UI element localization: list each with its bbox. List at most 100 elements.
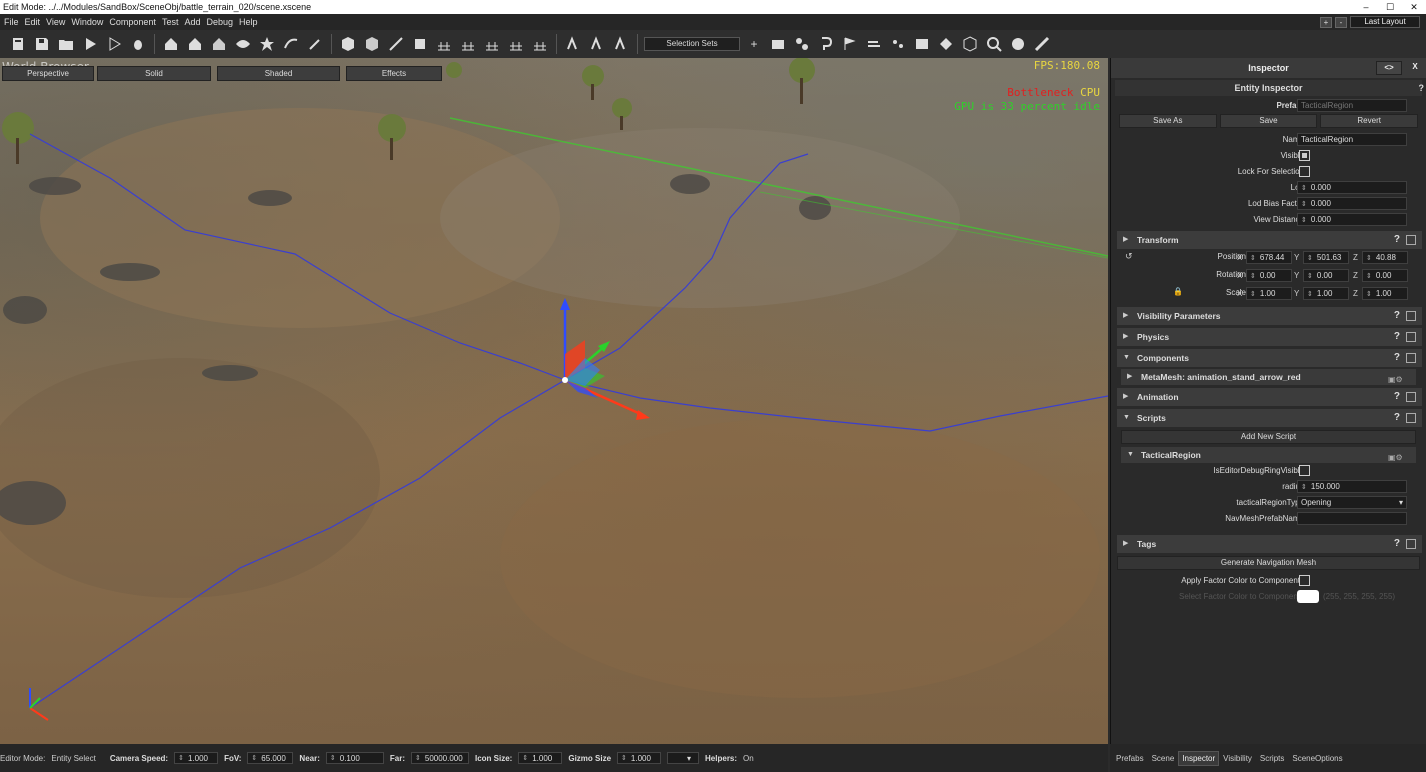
spinner-icon[interactable]: ⇕ [1301,484,1307,491]
menu-help[interactable]: Help [237,17,262,27]
tactical-region-script[interactable]: ▼ TacticalRegion ▣⚙ [1121,447,1416,463]
helpers-value[interactable]: On [743,754,754,763]
save-as-button[interactable]: Save As [1119,114,1217,128]
snap-rotate-icon[interactable] [587,34,607,54]
scene-viewport[interactable]: World Browser Perspective Solid Shaded E… [0,58,1108,744]
navmesh-prefab-field[interactable] [1297,512,1407,525]
image-icon[interactable] [912,34,932,54]
options-icon[interactable] [1406,235,1416,245]
add-new-script-button[interactable]: Add New Script [1121,430,1416,444]
region-type-dropdown[interactable]: Opening ▾ [1297,496,1407,509]
measure-icon[interactable] [1032,34,1052,54]
perspective-button[interactable]: Perspective [2,66,94,81]
spinner-icon[interactable]: ⇕ [621,754,627,762]
visibility-parameters-section[interactable]: ▶ Visibility Parameters ? [1117,307,1422,325]
house-remove-icon[interactable] [209,34,229,54]
rotation-y[interactable]: Y ⇕ 0.00 [1294,269,1349,282]
minimize-button[interactable]: – [1354,0,1378,14]
selection-sets-dropdown[interactable]: Selection Sets [644,37,740,51]
tab-scripts[interactable]: Scripts [1256,751,1288,766]
menu-file[interactable]: File [2,17,23,27]
eye-cube-icon[interactable] [233,34,253,54]
transform-section[interactable]: ▶ Transform ? [1117,231,1422,249]
lock-for-selection-checkbox[interactable] [1299,166,1310,177]
scale-z[interactable]: Z ⇕ 1.00 [1353,287,1408,300]
house-icon[interactable] [161,34,181,54]
revert-button[interactable]: Revert [1320,114,1419,128]
paint-icon[interactable] [410,34,430,54]
fov-field[interactable]: ⇕ 65.000 [247,752,294,764]
gizmo-size-field[interactable]: ⇕ 1.000 [617,752,662,764]
position-x[interactable]: X ⇕ 678.44 [1237,251,1292,264]
name-field[interactable]: TacticalRegion [1297,133,1407,146]
spinner-icon[interactable]: ⇕ [1250,273,1256,280]
terrain-brush-icon[interactable] [386,34,406,54]
wand-icon[interactable] [305,34,325,54]
options-icon[interactable] [1406,413,1416,423]
spinner-icon[interactable]: ⇕ [1366,291,1372,298]
options-icon[interactable] [1406,392,1416,402]
help-icon[interactable]: ? [1419,80,1425,96]
scripts-section[interactable]: ▼ Scripts ? [1117,409,1422,427]
near-field[interactable]: ⇕ 0.100 [325,752,384,764]
generate-navigation-mesh-button[interactable]: Generate Navigation Mesh [1117,556,1420,570]
rotation-x[interactable]: X ⇕ 0.00 [1237,269,1292,282]
apply-factor-checkbox[interactable] [1299,575,1310,586]
rotation-z[interactable]: Z ⇕ 0.00 [1353,269,1408,282]
save-icon[interactable] [32,34,52,54]
entity-icon[interactable] [8,34,28,54]
inspector-collapse-button[interactable]: <> [1376,61,1402,75]
help-icon[interactable]: ? [1394,409,1400,427]
help-icon[interactable]: ? [1394,231,1400,249]
layout-remove-button[interactable]: - [1335,16,1347,28]
play-outline-icon[interactable] [104,34,124,54]
lod-bias-field[interactable]: ⇕ 0.000 [1297,197,1407,210]
spinner-icon[interactable]: ⇕ [1250,291,1256,298]
spinner-icon[interactable]: ⇕ [415,754,421,762]
tags-section[interactable]: ▶ Tags ? [1117,535,1422,553]
atmosphere-icon[interactable] [1008,34,1028,54]
tab-visibility[interactable]: Visibility [1219,751,1256,766]
search-icon[interactable] [984,34,1004,54]
spinner-icon[interactable]: ⇕ [330,754,336,762]
lod-field[interactable]: ⇕ 0.000 [1297,181,1407,194]
maximize-button[interactable]: ☐ [1378,0,1402,14]
grid-select-icon[interactable] [530,34,550,54]
options-icon[interactable] [1406,539,1416,549]
radius-field[interactable]: ⇕ 150.000 [1297,480,1407,493]
position-y[interactable]: Y ⇕ 501.63 [1294,251,1349,264]
component-settings-icon[interactable]: ▣⚙ [1388,450,1408,462]
menu-add[interactable]: Add [182,17,204,27]
snap-scale-icon[interactable] [611,34,631,54]
metamesh-component[interactable]: ▶ MetaMesh: animation_stand_arrow_red ▣⚙ [1121,369,1416,385]
grid-rotate-icon[interactable] [482,34,502,54]
menu-test[interactable]: Test [160,17,183,27]
save-button[interactable]: Save [1219,114,1318,128]
path-icon[interactable] [281,34,301,54]
open-folder-icon[interactable] [56,34,76,54]
play-icon[interactable] [80,34,100,54]
camera-speed-field[interactable]: ⇕ 1.000 [174,752,219,764]
spinner-icon[interactable]: ⇕ [522,754,528,762]
solid-button[interactable]: Solid [97,66,211,81]
tab-inspector[interactable]: Inspector [1178,750,1220,766]
effects-button[interactable]: Effects [346,66,442,81]
layout-select[interactable]: Last Layout [1350,16,1420,28]
spinner-icon[interactable]: ⇕ [178,754,184,762]
component-settings-icon[interactable]: ▣⚙ [1388,372,1408,384]
spinner-icon[interactable]: ⇕ [1250,255,1256,262]
lock-scale-icon[interactable]: 🔒 [1173,287,1183,296]
material-icon[interactable] [936,34,956,54]
position-z[interactable]: Z ⇕ 40.88 [1353,251,1408,264]
cube-add-icon[interactable] [362,34,382,54]
menu-debug[interactable]: Debug [204,17,237,27]
help-icon[interactable]: ? [1394,307,1400,325]
view-distance-field[interactable]: ⇕ 0.000 [1297,213,1407,226]
inspector-close-button[interactable]: X [1406,61,1424,75]
icon-size-field[interactable]: ⇕ 1.000 [518,752,563,764]
close-button[interactable]: ✕ [1402,0,1426,14]
scale-x[interactable]: X ⇕ 1.00 [1237,287,1292,300]
help-icon[interactable]: ? [1394,349,1400,367]
spinner-icon[interactable]: ⇕ [1307,291,1313,298]
particles-icon[interactable] [888,34,908,54]
